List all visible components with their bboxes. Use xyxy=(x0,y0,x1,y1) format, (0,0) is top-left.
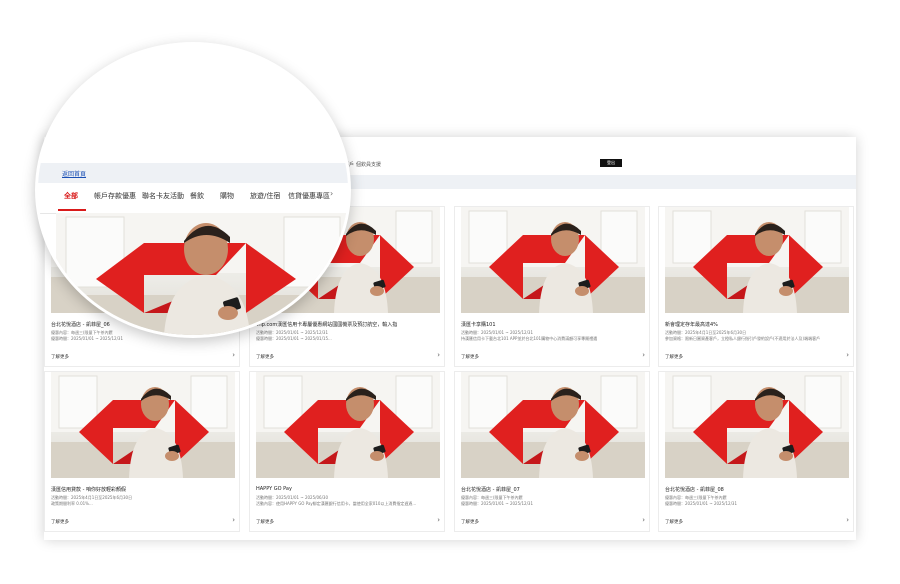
promotion-detail: 活動內容：使用HAPPY GO Pay綁定漢匯銀行信用卡，當使用全家010以上消… xyxy=(256,501,417,506)
active-tab-indicator xyxy=(58,209,86,211)
promotion-card[interactable]: HAPPY GO Pay 活動時間：2025/01/01 ~ 2025/06/3… xyxy=(249,371,445,532)
tab-loan[interactable]: 信貸優惠專區 xyxy=(288,191,330,201)
promotion-detail: 持漢匯信用卡下載台北101 APP並於台北101購物中心消費滿額可享專屬禮遇 xyxy=(461,336,598,341)
promotion-card[interactable]: 漢匯信用貸款 - 咱你好放輕彩顏假 活動時間：2025年4月1日至2025年6月… xyxy=(44,371,240,532)
chevron-right-icon[interactable]: › xyxy=(232,351,235,359)
learn-more-link[interactable]: 了解更多 xyxy=(51,519,69,525)
chevron-right-icon[interactable]: › xyxy=(642,516,645,524)
promotion-detail: 優惠時間：2025/01/01 ~ 2025/01/15... xyxy=(256,336,332,341)
promotion-detail: 優惠時間：2025/01/01 ~ 2025/12/31 xyxy=(461,501,534,506)
tab-cobrand-card[interactable]: 聯名卡友活動 xyxy=(142,191,184,201)
tab-shopping[interactable]: 購物 xyxy=(220,191,234,201)
promotion-title: 漢匯卡享購101 xyxy=(461,322,496,328)
tab-travel[interactable]: 旅遊/住宿 xyxy=(250,191,280,201)
learn-more-link[interactable]: 了解更多 xyxy=(256,519,274,525)
tab-all[interactable]: 全部 xyxy=(64,191,78,201)
tabs-scroll-chevron-icon[interactable]: › xyxy=(330,189,333,198)
magnifier-circle: 返回首頁 全部 帳戶存款優惠 聯名卡友活動 餐飲 購物 旅遊/住宿 信貸優惠專區… xyxy=(35,42,351,338)
chevron-right-icon[interactable]: › xyxy=(642,351,645,359)
promotion-image xyxy=(665,372,849,478)
learn-more-link[interactable]: 了解更多 xyxy=(256,354,274,360)
logout-button[interactable]: 登出 xyxy=(600,159,622,167)
tab-account-deposit[interactable]: 帳戶存款優惠 xyxy=(94,191,136,201)
promotion-card[interactable]: 新會理定存年最高達4% 活動時間：2025年4月1日至2025年6月30日 參加… xyxy=(658,206,854,367)
promotion-image xyxy=(51,372,235,478)
magnified-card-image xyxy=(56,213,348,335)
promotion-card[interactable]: 台北花悅酒店 - 凱菲屋_08 優惠內容：每週三(限量下午茶內饌 優惠時間：20… xyxy=(658,371,854,532)
promotion-title: HAPPY GO Pay xyxy=(256,486,292,492)
chevron-right-icon[interactable]: › xyxy=(846,351,849,359)
chevron-right-icon[interactable]: › xyxy=(232,516,235,524)
chevron-right-icon[interactable]: › xyxy=(846,516,849,524)
promotion-detail: 參加資格：限新日圓資產客戶，立橙私人銀行指引戶發約設戶(不適用於法人及)端端客戶 xyxy=(665,336,821,341)
back-to-home-link[interactable]: 返回首頁 xyxy=(62,169,86,178)
learn-more-link[interactable]: 了解更多 xyxy=(665,354,683,360)
promotion-image xyxy=(256,372,440,478)
promotion-card[interactable]: 漢匯卡享購101 活動時間：2025/01/01 ~ 2025/12/31 持漢… xyxy=(454,206,650,367)
promotion-image xyxy=(461,372,645,478)
promotion-title: 漢匯信用貸款 - 咱你好放輕彩顏假 xyxy=(51,487,126,493)
learn-more-link[interactable]: 了解更多 xyxy=(51,354,69,360)
promotion-image xyxy=(665,207,849,313)
promotion-detail: 優惠時間：2025/01/01 ~ 2025/12/31 xyxy=(665,501,738,506)
chevron-right-icon[interactable]: › xyxy=(437,351,440,359)
learn-more-link[interactable]: 了解更多 xyxy=(461,519,479,525)
learn-more-link[interactable]: 了解更多 xyxy=(665,519,683,525)
chevron-right-icon[interactable]: › xyxy=(437,516,440,524)
promotion-card[interactable]: 台北花悅酒店 - 凱菲屋_07 優惠內容：每週三(限量下午茶內饌 優惠時間：20… xyxy=(454,371,650,532)
learn-more-link[interactable]: 了解更多 xyxy=(461,354,479,360)
promotion-title: 台北花悅酒店 - 凱菲屋_08 xyxy=(665,487,724,493)
support-link[interactable]: 個欽員支援 xyxy=(356,161,381,168)
tab-dining[interactable]: 餐飲 xyxy=(190,191,204,201)
promotion-detail: 政策期間利率 0.01%... xyxy=(51,501,93,506)
promotion-image xyxy=(461,207,645,313)
promotion-title: 新會理定存年最高達4% xyxy=(665,322,718,328)
promotion-title: 台北花悅酒店 - 凱菲屋_07 xyxy=(461,487,520,493)
